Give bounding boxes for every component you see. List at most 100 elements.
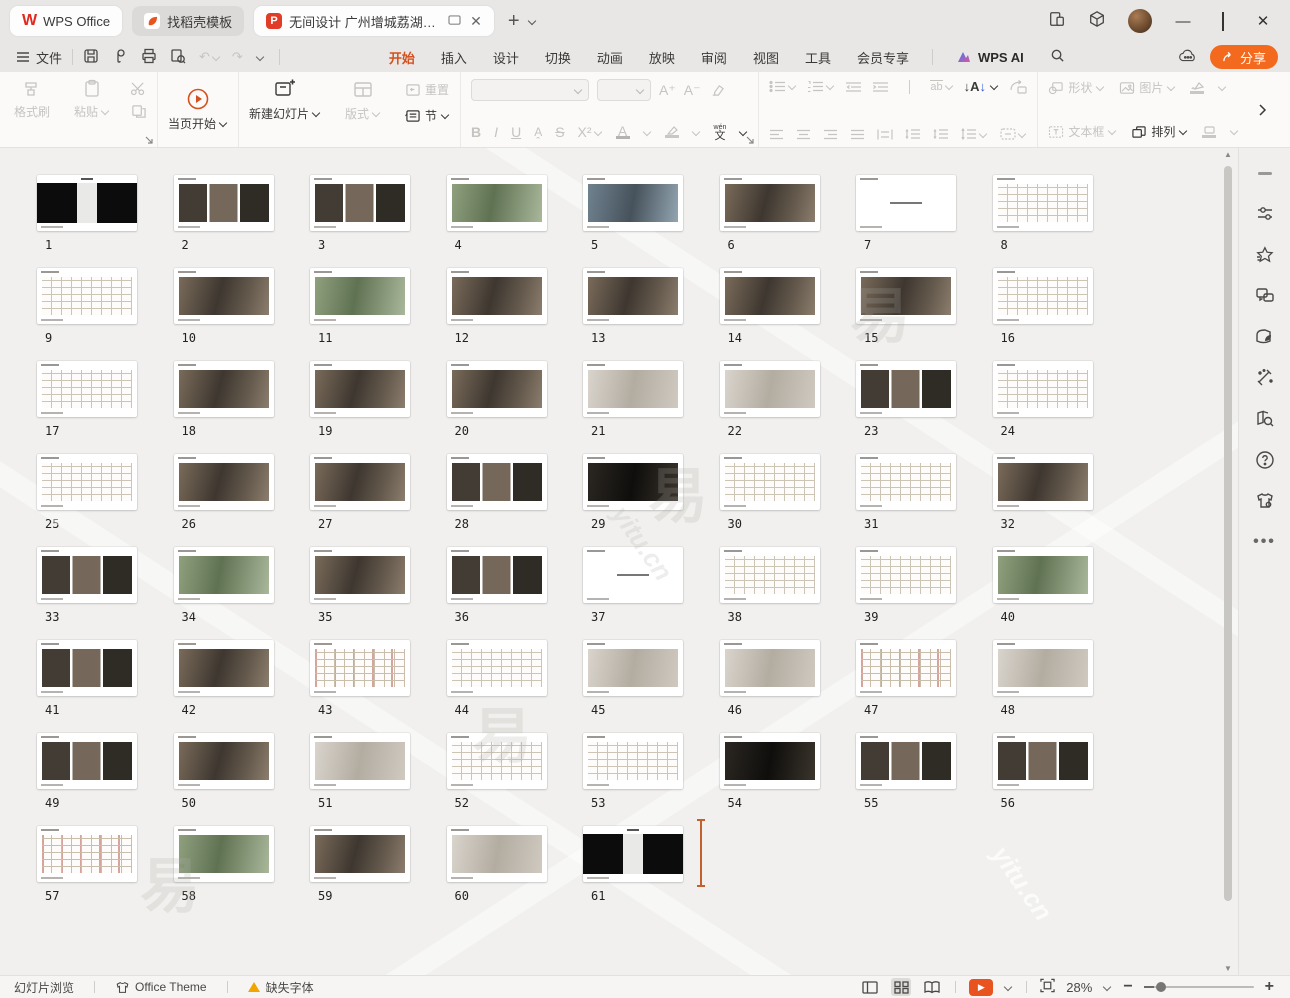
new-slide-button[interactable]: 新建幻灯片 <box>249 79 321 122</box>
increase-font-icon[interactable]: A⁺ <box>659 82 676 99</box>
zoom-out-button[interactable]: − <box>1123 978 1132 996</box>
maximize-button[interactable] <box>1214 13 1232 30</box>
slide-thumbnail[interactable]: 37 <box>583 547 683 640</box>
justify-icon[interactable] <box>850 129 865 140</box>
reset-button[interactable]: 重置 <box>405 81 450 98</box>
row-spacing-icon[interactable] <box>905 128 921 140</box>
slide-image[interactable] <box>720 547 820 603</box>
close-tab-icon[interactable]: ✕ <box>470 13 482 30</box>
arrange-button[interactable]: 排列 <box>1131 123 1188 140</box>
slide-thumbnail[interactable]: 15 <box>856 268 956 361</box>
redo-icon[interactable]: ↷ <box>232 49 243 65</box>
slide-image[interactable] <box>37 547 137 603</box>
slide-image[interactable] <box>583 268 683 324</box>
slide-thumbnail[interactable]: 10 <box>174 268 274 361</box>
slide-thumbnail[interactable]: 25 <box>37 454 137 547</box>
output-icon[interactable] <box>112 48 128 67</box>
slide-image[interactable] <box>720 175 820 231</box>
slide-thumbnail[interactable]: 9 <box>37 268 137 361</box>
slide-thumbnail[interactable]: 19 <box>310 361 410 454</box>
textbox-button[interactable]: 文本框 <box>1048 123 1117 140</box>
underline-icon[interactable]: U <box>511 124 521 140</box>
slide-thumbnail[interactable]: 32 <box>993 454 1093 547</box>
slide-image[interactable] <box>720 733 820 789</box>
slide-thumbnail[interactable]: 24 <box>993 361 1093 454</box>
slide-thumbnail[interactable]: 23 <box>856 361 956 454</box>
slide-image[interactable] <box>583 454 683 510</box>
slide-thumbnail[interactable]: 55 <box>856 733 956 826</box>
slide-thumbnail[interactable]: 26 <box>174 454 274 547</box>
tab-docer-templates[interactable]: 找稻壳模板 <box>132 6 244 36</box>
slide-image[interactable] <box>37 640 137 696</box>
slide-image[interactable] <box>856 733 956 789</box>
slide-image[interactable] <box>310 640 410 696</box>
slide-image[interactable] <box>993 547 1093 603</box>
align-center-icon[interactable] <box>796 129 811 140</box>
slide-image[interactable] <box>310 826 410 882</box>
line-spacing-icon[interactable] <box>961 128 988 140</box>
slide-thumbnail[interactable]: 3 <box>310 175 410 268</box>
slide-image[interactable] <box>174 268 274 324</box>
slide-thumbnail[interactable]: 31 <box>856 454 956 547</box>
font-size-select[interactable] <box>597 79 651 101</box>
tab-list-chevron-icon[interactable] <box>528 17 537 26</box>
slide-thumbnail[interactable]: 2 <box>174 175 274 268</box>
slide-image[interactable] <box>37 175 137 231</box>
close-window-button[interactable]: ✕ <box>1254 12 1272 30</box>
slide-image[interactable] <box>856 547 956 603</box>
slide-image[interactable] <box>856 268 956 324</box>
highlight-color-icon[interactable] <box>665 126 679 138</box>
slide-thumbnail[interactable]: 52 <box>447 733 547 826</box>
slide-thumbnail[interactable]: 17 <box>37 361 137 454</box>
view-mode-label[interactable]: 幻灯片浏览 <box>14 979 74 996</box>
slide-thumbnail[interactable]: 5 <box>583 175 683 268</box>
convert-smartart-icon[interactable] <box>1009 80 1027 94</box>
slide-image[interactable] <box>174 175 274 231</box>
slide-image[interactable] <box>720 640 820 696</box>
save-icon[interactable] <box>83 48 99 67</box>
slide-image[interactable] <box>993 454 1093 510</box>
slide-image[interactable] <box>856 175 956 231</box>
fit-to-window-icon[interactable] <box>1040 978 1055 996</box>
zoom-slider[interactable] <box>1144 986 1254 988</box>
slide-image[interactable] <box>310 733 410 789</box>
vertical-align-icon[interactable] <box>1000 128 1027 140</box>
zoom-in-button[interactable]: + <box>1265 978 1274 996</box>
phonetic-guide-icon[interactable]: wén文 <box>714 124 727 140</box>
slide-image[interactable] <box>993 268 1093 324</box>
slide-thumbnail[interactable]: 16 <box>993 268 1093 361</box>
slide-thumbnail[interactable]: 29 <box>583 454 683 547</box>
help-icon[interactable] <box>1254 449 1276 471</box>
slide-image[interactable] <box>174 547 274 603</box>
menu-tools[interactable]: 工具 <box>792 44 844 71</box>
play-options-chevron-icon[interactable] <box>1004 983 1013 992</box>
slide-thumbnail[interactable]: 45 <box>583 640 683 733</box>
decrease-indent-icon[interactable] <box>845 81 862 93</box>
copy-icon[interactable] <box>130 104 147 119</box>
slide-thumbnail[interactable]: 20 <box>447 361 547 454</box>
font-family-select[interactable] <box>471 79 589 101</box>
slide-thumbnail[interactable]: 56 <box>993 733 1093 826</box>
slide-image[interactable] <box>583 547 683 603</box>
distribute-icon[interactable] <box>877 129 893 140</box>
slide-image[interactable] <box>447 361 547 417</box>
superscript-icon[interactable]: X² <box>578 124 603 140</box>
slide-thumbnail[interactable]: 54 <box>720 733 820 826</box>
slide-thumbnail[interactable]: 11 <box>310 268 410 361</box>
slide-sorter-view-icon[interactable] <box>891 978 911 996</box>
slide-image[interactable] <box>993 361 1093 417</box>
section-button[interactable]: 节 <box>405 107 450 124</box>
new-tab-button[interactable]: + <box>508 10 520 33</box>
slide-thumbnail[interactable]: 41 <box>37 640 137 733</box>
slide-thumbnail[interactable]: 33 <box>37 547 137 640</box>
slide-thumbnail[interactable]: 36 <box>447 547 547 640</box>
slide-image[interactable] <box>856 640 956 696</box>
clipboard-dialog-launcher-icon[interactable] <box>145 136 153 144</box>
slide-thumbnail[interactable]: 61 <box>583 826 683 919</box>
slide-thumbnail[interactable]: 47 <box>856 640 956 733</box>
reading-view-icon[interactable] <box>922 978 942 996</box>
slide-thumbnail[interactable]: 44 <box>447 640 547 733</box>
slide-image[interactable] <box>720 361 820 417</box>
menu-member[interactable]: 会员专享 <box>844 44 922 71</box>
outline-color-icon[interactable] <box>1202 126 1216 138</box>
